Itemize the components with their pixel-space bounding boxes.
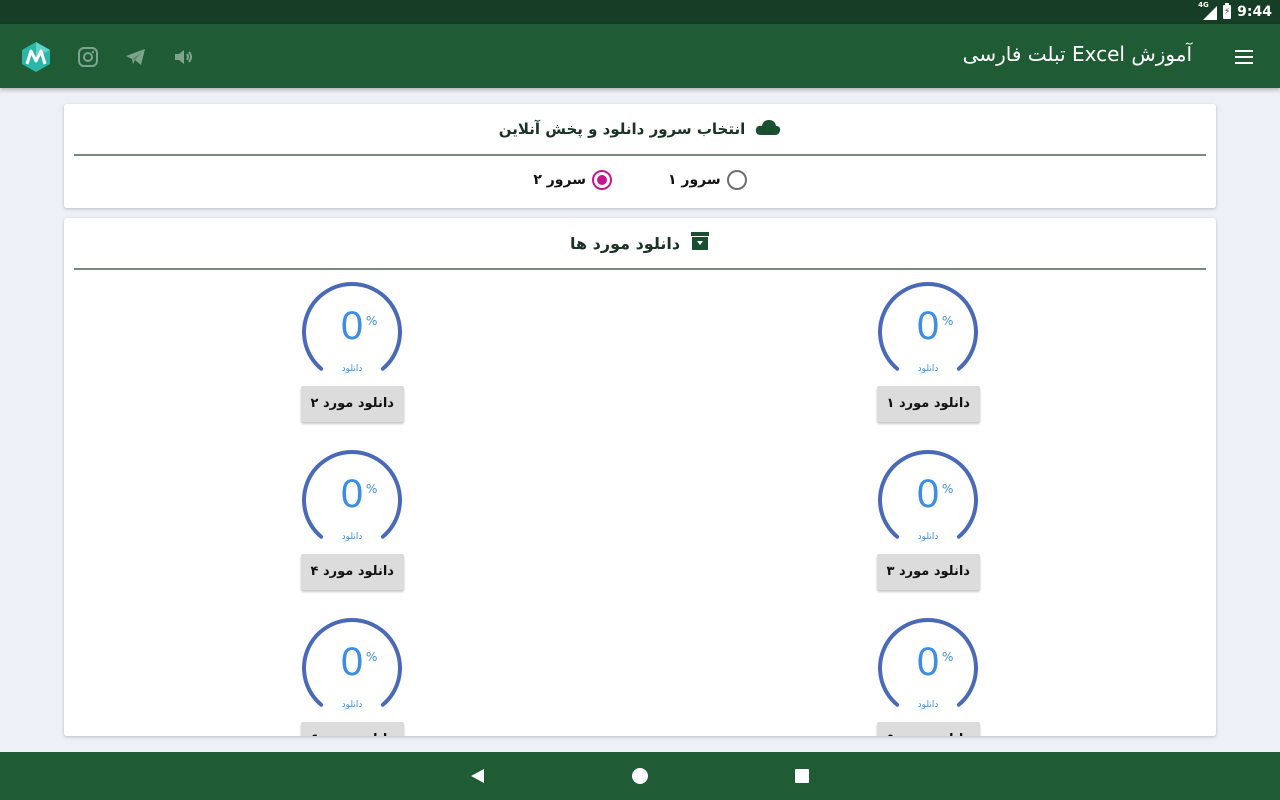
server-2-radio[interactable] xyxy=(592,170,612,190)
download-item-6-button[interactable]: دانلود مورد ۶ xyxy=(300,722,404,736)
server-radio-group: سرور ۱ سرور ۲ xyxy=(64,170,1216,190)
percent-sign: % xyxy=(942,650,954,664)
app-bar: آموزش Excel تبلت فارسی xyxy=(0,24,1280,88)
progress-value: 0 xyxy=(916,472,940,516)
menu-icon[interactable] xyxy=(1232,46,1256,66)
progress-gauge: 0% دانلود xyxy=(874,280,982,384)
progress-gauge: 0% دانلود xyxy=(298,280,406,384)
download-item-3-button[interactable]: دانلود مورد ۳ xyxy=(876,554,980,590)
clock: 9:44 xyxy=(1237,4,1272,20)
progress-value: 0 xyxy=(340,472,364,516)
download-item-4-button[interactable]: دانلود مورد ۴ xyxy=(300,554,404,590)
server-card-title: انتخاب سرور دانلود و پخش آنلاین xyxy=(498,120,746,138)
progress-value: 0 xyxy=(916,640,940,684)
download-item-2-button[interactable]: دانلود مورد ۲ xyxy=(300,386,404,422)
cloud-icon xyxy=(755,118,781,140)
app-title: آموزش Excel تبلت فارسی xyxy=(962,42,1192,66)
volume-icon[interactable] xyxy=(172,45,196,69)
server-selection-card: انتخاب سرور دانلود و پخش آنلاین سرور ۱ س… xyxy=(64,104,1216,208)
progress-gauge: 0% دانلود xyxy=(874,448,982,552)
progress-value: 0 xyxy=(340,640,364,684)
progress-gauge: 0% دانلود xyxy=(874,616,982,720)
telegram-icon[interactable] xyxy=(124,45,148,69)
gauge-caption: دانلود xyxy=(341,364,363,374)
instagram-icon[interactable] xyxy=(76,45,100,69)
download-item: 0% دانلود دانلود مورد ۳ xyxy=(848,448,1008,598)
server-1-radio[interactable] xyxy=(726,170,747,190)
percent-sign: % xyxy=(942,482,954,496)
progress-value: 0 xyxy=(340,304,364,348)
recents-icon[interactable] xyxy=(792,766,812,786)
server-option-1[interactable]: سرور ۱ xyxy=(668,170,747,190)
server-card-header: انتخاب سرور دانلود و پخش آنلاین xyxy=(74,104,1206,156)
gauge-caption: دانلود xyxy=(341,532,363,542)
home-icon[interactable] xyxy=(630,766,650,786)
download-item-5-button[interactable]: دانلود مورد ۵ xyxy=(876,722,980,736)
progress-gauge: 0% دانلود xyxy=(298,448,406,552)
progress-value: 0 xyxy=(916,304,940,348)
server-1-label: سرور ۱ xyxy=(668,172,721,188)
download-item: 0% دانلود دانلود مورد ۶ xyxy=(272,616,432,736)
download-item: 0% دانلود دانلود مورد ۱ xyxy=(848,280,1008,430)
downloads-card: دانلود مورد ها 0% دانلود دانلود مورد ۱ 0% دا… xyxy=(64,218,1216,736)
app-logo-icon[interactable] xyxy=(20,41,52,73)
download-item: 0% دانلود دانلود مورد ۴ xyxy=(272,448,432,598)
signal-icon: 4G xyxy=(1198,1,1218,20)
download-item: 0% دانلود دانلود مورد ۲ xyxy=(272,280,432,430)
status-bar: 4G ⚡ 9:44 xyxy=(0,0,1280,24)
download-item-1-button[interactable]: دانلود مورد ۱ xyxy=(876,386,980,422)
server-option-2[interactable]: سرور ۲ xyxy=(533,170,612,190)
server-2-label: سرور ۲ xyxy=(533,172,586,188)
gauge-caption: دانلود xyxy=(917,364,939,374)
battery-icon: ⚡ xyxy=(1223,3,1232,19)
percent-sign: % xyxy=(942,314,954,328)
archive-download-icon xyxy=(690,231,710,255)
gauge-caption: دانلود xyxy=(917,532,939,542)
downloads-card-title: دانلود مورد ها xyxy=(569,233,681,253)
navigation-bar xyxy=(0,752,1280,800)
downloads-card-header: دانلود مورد ها xyxy=(74,218,1206,270)
gauge-caption: دانلود xyxy=(917,700,939,710)
download-item: 0% دانلود دانلود مورد ۵ xyxy=(848,616,1008,736)
back-icon[interactable] xyxy=(468,766,488,786)
progress-gauge: 0% دانلود xyxy=(298,616,406,720)
status-icons: 4G ⚡ 9:44 xyxy=(1198,0,1272,24)
percent-sign: % xyxy=(366,482,378,496)
percent-sign: % xyxy=(366,650,378,664)
network-type: 4G xyxy=(1198,1,1209,9)
gauge-caption: دانلود xyxy=(341,700,363,710)
percent-sign: % xyxy=(366,314,378,328)
